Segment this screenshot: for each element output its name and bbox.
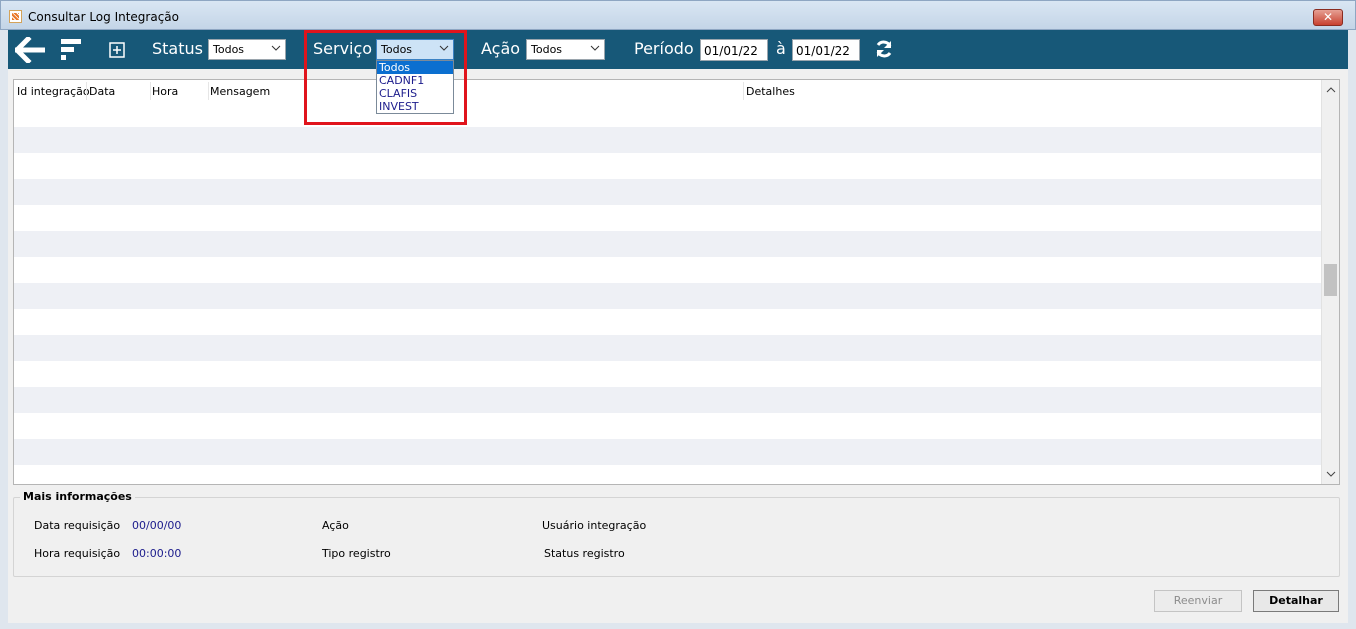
table-row[interactable] [14, 361, 1321, 387]
column-header-mensagem[interactable]: Mensagem [210, 85, 270, 98]
servico-select[interactable]: Todos [376, 39, 454, 60]
data-requisicao-label: Data requisição [34, 519, 121, 532]
toolbar: Status Todos Serviço Todos Ação Todos Pe… [8, 30, 1348, 69]
acao-info-label: Ação [322, 519, 349, 532]
dropdown-option[interactable]: CLAFIS [377, 87, 453, 100]
grid-header: Id integração Data Hora Mensagem Detalhe… [14, 80, 1319, 101]
table-row[interactable] [14, 283, 1321, 309]
window-title: Consultar Log Integração [28, 10, 180, 24]
table-row[interactable] [14, 257, 1321, 283]
table-row[interactable] [14, 439, 1321, 465]
refresh-icon[interactable] [874, 39, 894, 59]
status-label: Status [152, 39, 203, 58]
chevron-down-icon [590, 45, 600, 51]
title-bar: Consultar Log Integração ✕ [0, 0, 1356, 30]
info-panel-title: Mais informações [20, 490, 135, 503]
servico-dropdown-list: Todos CADNF1 CLAFIS INVEST [376, 60, 454, 114]
acao-select[interactable]: Todos [526, 39, 605, 60]
log-grid: Id integração Data Hora Mensagem Detalhe… [13, 79, 1340, 485]
usuario-integracao-label: Usuário integração [542, 519, 647, 532]
back-arrow-icon[interactable] [15, 37, 45, 63]
column-header-hora[interactable]: Hora [152, 85, 178, 98]
detalhar-button[interactable]: Detalhar [1253, 590, 1339, 612]
table-row[interactable] [14, 413, 1321, 439]
column-separator [208, 82, 209, 100]
column-header-id[interactable]: Id integração [17, 85, 90, 98]
reenviar-button[interactable]: Reenviar [1154, 590, 1242, 612]
date-to-input[interactable]: 01/01/22 [792, 39, 860, 61]
vertical-scrollbar[interactable] [1321, 80, 1339, 484]
servico-label: Serviço [313, 39, 373, 58]
dropdown-option[interactable]: INVEST [377, 100, 453, 113]
periodo-label: Período [634, 39, 694, 58]
table-row[interactable] [14, 465, 1321, 484]
servico-select-value: Todos [381, 43, 413, 56]
status-select-value: Todos [213, 43, 245, 56]
chevron-up-icon[interactable] [1326, 85, 1336, 95]
filter-icon[interactable] [60, 38, 82, 60]
grid-rows [14, 101, 1321, 484]
tipo-registro-label: Tipo registro [322, 547, 391, 560]
status-registro-label: Status registro [544, 547, 625, 560]
date-from-input[interactable]: 01/01/22 [700, 39, 768, 61]
column-separator [86, 82, 87, 100]
table-row[interactable] [14, 205, 1321, 231]
table-row[interactable] [14, 309, 1321, 335]
acao-label: Ação [481, 39, 521, 58]
table-row[interactable] [14, 231, 1321, 257]
table-row[interactable] [14, 153, 1321, 179]
table-row[interactable] [14, 179, 1321, 205]
acao-select-value: Todos [531, 43, 563, 56]
close-button[interactable]: ✕ [1313, 9, 1343, 26]
hora-requisicao-label: Hora requisição [34, 547, 121, 560]
dropdown-option[interactable]: CADNF1 [377, 74, 453, 87]
table-row[interactable] [14, 101, 1321, 127]
chevron-down-icon [271, 45, 281, 51]
dropdown-option[interactable]: Todos [377, 61, 453, 74]
chevron-down-icon [439, 45, 449, 51]
chevron-down-icon[interactable] [1326, 469, 1336, 479]
info-panel: Mais informações Data requisição 00/00/0… [13, 490, 1340, 577]
table-row[interactable] [14, 127, 1321, 153]
app-icon [9, 10, 22, 23]
column-header-data[interactable]: Data [89, 85, 115, 98]
date-separator: à [776, 39, 786, 58]
add-square-icon[interactable] [109, 42, 125, 58]
main-window: Status Todos Serviço Todos Ação Todos Pe… [8, 30, 1348, 623]
column-separator [743, 82, 744, 100]
table-row[interactable] [14, 387, 1321, 413]
scrollbar-thumb[interactable] [1324, 264, 1337, 296]
hora-requisicao-value: 00:00:00 [132, 547, 182, 560]
data-requisicao-value: 00/00/00 [132, 519, 182, 532]
table-row[interactable] [14, 335, 1321, 361]
column-separator [150, 82, 151, 100]
status-select[interactable]: Todos [208, 39, 286, 60]
column-header-detalhes[interactable]: Detalhes [746, 85, 795, 98]
